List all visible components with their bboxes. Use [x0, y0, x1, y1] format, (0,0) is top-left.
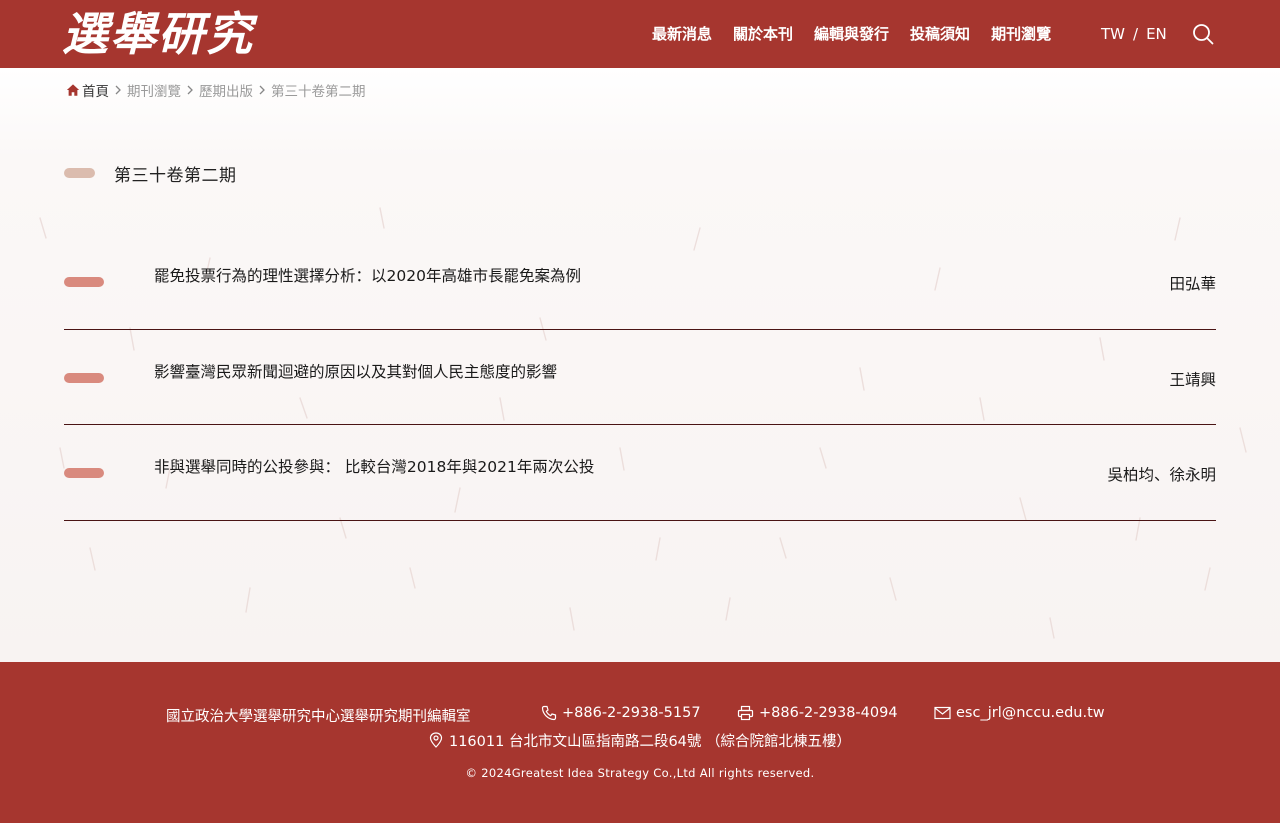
site-header: 選舉研究 最新消息 關於本刊 編輯與發行 投稿須知 期刊瀏覽 TW / EN [0, 0, 1280, 68]
footer-contact-row: 國立政治大學選舉研究中心選舉研究期刊編輯室 +886-2-2938-5157 +… [0, 705, 1280, 725]
main-nav: 最新消息 關於本刊 編輯與發行 投稿須知 期刊瀏覽 [652, 22, 1072, 46]
breadcrumb: 首頁 期刊瀏覽 歷期出版 第三十卷第二期 [66, 80, 366, 100]
language-switcher: TW / EN [1101, 22, 1167, 46]
lang-tw-link[interactable]: TW [1101, 22, 1125, 46]
phone-icon [541, 705, 557, 721]
article-bar [64, 277, 104, 287]
nav-item-submission[interactable]: 投稿須知 [910, 22, 970, 46]
chevron-right-icon [187, 85, 193, 95]
article-row[interactable]: 罷免投票行為的理性選擇分析：以2020年高雄市長罷免案為例 田弘華 [64, 234, 1216, 330]
article-list: 罷免投票行為的理性選擇分析：以2020年高雄市長罷免案為例 田弘華 影響臺灣民眾… [64, 234, 1216, 521]
footer-copyright: © 2024Greatest Idea Strategy Co.,Ltd All… [465, 766, 815, 780]
breadcrumb-home-link[interactable]: 首頁 [82, 80, 109, 100]
footer-fax: +886-2-2938-4094 [737, 705, 898, 721]
footer-org: 國立政治大學選舉研究中心選舉研究期刊編輯室 [166, 709, 471, 725]
nav-item-news[interactable]: 最新消息 [652, 22, 712, 46]
article-bar [64, 372, 104, 383]
article-title[interactable]: 非與選舉同時的公投參與： 比較台灣2018年與2021年兩次公投 [154, 455, 594, 477]
site-footer: 國立政治大學選舉研究中心選舉研究期刊編輯室 +886-2-2938-5157 +… [0, 662, 1280, 823]
article-author: 田弘華 [1169, 275, 1216, 293]
chevron-right-icon [259, 85, 265, 95]
issue-heading: 第三十卷第二期 [64, 160, 237, 186]
article-author: 王靖興 [1169, 370, 1216, 389]
breadcrumb-browse-link[interactable]: 期刊瀏覽 [127, 80, 181, 100]
footer-address-row: 116011 台北市文山區指南路二段64號 （綜合院館北棟五樓） [0, 730, 1280, 750]
footer-phone: +886-2-2938-5157 [541, 705, 701, 721]
issue-heading-bar [64, 168, 95, 178]
footer-email-link[interactable]: esc_jrl@nccu.edu.tw [956, 705, 1105, 721]
nav-item-editorial[interactable]: 編輯與發行 [814, 22, 889, 46]
footer-fax-text: +886-2-2938-4094 [759, 705, 898, 721]
footer-phone-text[interactable]: +886-2-2938-5157 [562, 705, 701, 721]
nav-item-browse[interactable]: 期刊瀏覽 [991, 22, 1051, 46]
chevron-right-icon [115, 85, 121, 95]
breadcrumb-current: 第三十卷第二期 [271, 84, 366, 100]
article-row[interactable]: 影響臺灣民眾新聞迴避的原因以及其對個人民主態度的影響 王靖興 [64, 330, 1216, 425]
article-row[interactable]: 非與選舉同時的公投參與： 比較台灣2018年與2021年兩次公投 吳柏均、徐永明 [64, 425, 1216, 521]
article-title[interactable]: 影響臺灣民眾新聞迴避的原因以及其對個人民主態度的影響 [154, 360, 557, 382]
search-icon[interactable] [1191, 22, 1215, 46]
article-bar [64, 468, 104, 478]
article-author: 吳柏均、徐永明 [1107, 466, 1216, 484]
nav-item-about[interactable]: 關於本刊 [733, 22, 793, 46]
issue-title: 第三十卷第二期 [114, 165, 237, 186]
printer-icon [737, 705, 754, 721]
breadcrumb-archive-link[interactable]: 歷期出版 [199, 80, 253, 100]
lang-en-link[interactable]: EN [1146, 22, 1167, 46]
main-content: 首頁 期刊瀏覽 歷期出版 第三十卷第二期 第三十卷第二期 罷免投票行為的理性選擇… [0, 68, 1280, 662]
location-pin-icon [429, 732, 443, 748]
home-icon[interactable] [66, 83, 80, 97]
lang-separator: / [1133, 25, 1139, 43]
footer-address: 116011 台北市文山區指南路二段64號 （綜合院館北棟五樓） [448, 733, 852, 750]
mail-icon [934, 706, 951, 720]
footer-email: esc_jrl@nccu.edu.tw [934, 705, 1105, 721]
article-title[interactable]: 罷免投票行為的理性選擇分析：以2020年高雄市長罷免案為例 [154, 264, 581, 286]
site-logo[interactable]: 選舉研究 [62, 6, 254, 62]
